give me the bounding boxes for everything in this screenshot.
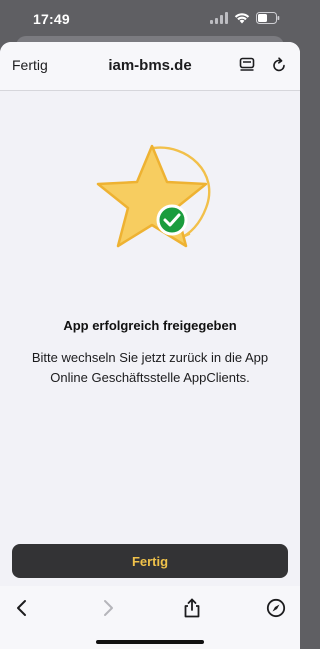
reader-icon[interactable] xyxy=(238,56,256,74)
share-icon[interactable] xyxy=(182,598,202,618)
status-bar: 17:49 xyxy=(0,0,300,38)
battery-icon xyxy=(256,12,280,24)
wifi-icon xyxy=(234,13,250,24)
sheet-header: Fertig iam-bms.de xyxy=(0,42,300,91)
reload-icon[interactable] xyxy=(270,56,288,74)
status-time: 17:49 xyxy=(33,11,70,27)
success-title: App erfolgreich freigegeben xyxy=(63,318,237,333)
home-indicator xyxy=(96,640,204,644)
screen: 17:49 Fertig iam-bms.de App erfolgreich … xyxy=(0,0,300,649)
check-badge xyxy=(156,204,188,236)
compass-icon[interactable] xyxy=(266,598,286,618)
done-button-label: Fertig xyxy=(131,553,169,569)
star-check-icon xyxy=(96,144,211,248)
back-icon[interactable] xyxy=(12,598,32,618)
success-message: Bitte wechseln Sie jetzt zurück in die A… xyxy=(31,350,269,385)
done-button[interactable]: Fertig xyxy=(12,544,288,578)
status-icons xyxy=(210,12,280,24)
signal-icon xyxy=(210,12,228,24)
browser-toolbar xyxy=(0,586,300,649)
browser-sheet: Fertig iam-bms.de App erfolgreich freige… xyxy=(0,42,300,649)
forward-icon[interactable] xyxy=(98,598,118,618)
